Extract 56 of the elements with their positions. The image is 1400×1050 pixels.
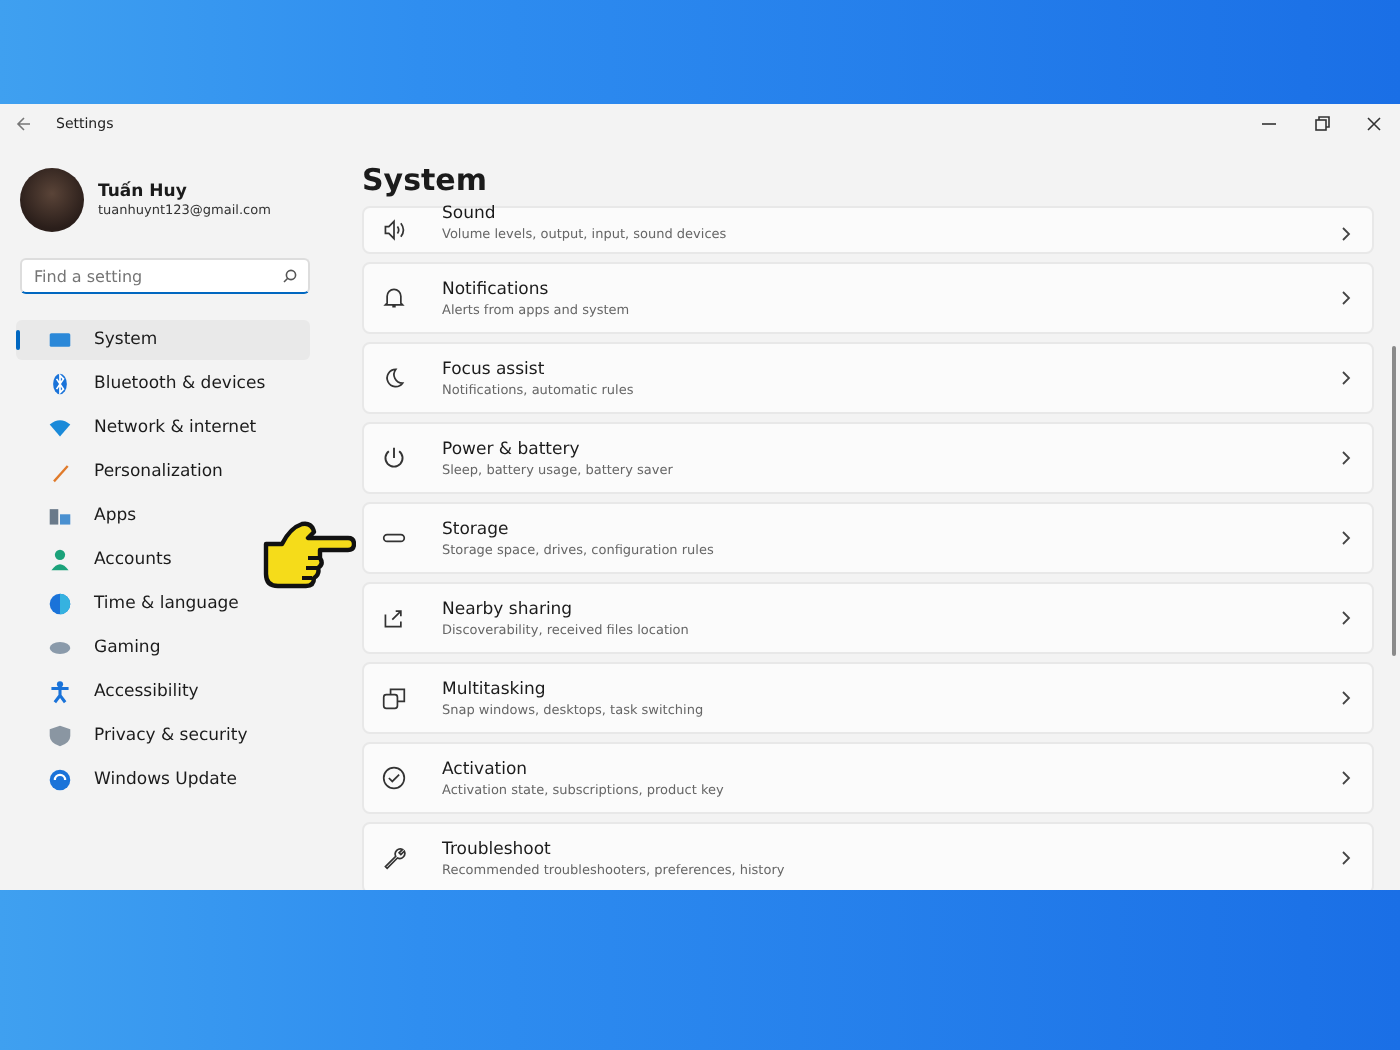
- wifi-icon: [48, 416, 72, 440]
- chevron-right-icon: [1340, 610, 1352, 626]
- refresh-icon: [48, 768, 72, 792]
- bell-icon: [382, 286, 406, 310]
- nav-item[interactable]: Bluetooth & devices: [16, 364, 286, 404]
- card-title: Activation: [442, 759, 530, 779]
- shield-icon: [48, 724, 72, 748]
- person-icon: [48, 548, 72, 572]
- card-title: Troubleshoot: [442, 839, 553, 859]
- nav-item[interactable]: Gaming: [16, 628, 181, 668]
- chevron-right-icon: [1340, 850, 1352, 866]
- nav-item[interactable]: System: [16, 320, 310, 360]
- search-icon: [282, 268, 298, 284]
- scrollbar[interactable]: [1392, 346, 1396, 656]
- page-title: System: [362, 162, 489, 198]
- nav-item[interactable]: Personalization: [16, 452, 243, 492]
- windows-stack-icon: [382, 686, 406, 710]
- chevron-right-icon: [1340, 450, 1352, 466]
- chevron-right-icon: [1340, 770, 1352, 786]
- nav-item[interactable]: Privacy & security: [16, 716, 268, 756]
- speaker-icon: [382, 218, 406, 242]
- power-icon: [382, 446, 406, 470]
- card-title: Storage: [442, 519, 511, 539]
- chevron-right-icon: [1340, 290, 1352, 306]
- back-arrow-icon[interactable]: [16, 116, 32, 132]
- chevron-right-icon: [1340, 370, 1352, 386]
- card-title: Focus assist: [442, 359, 547, 379]
- chevron-right-icon: [1340, 530, 1352, 546]
- card-title: Sound: [442, 204, 498, 224]
- moon-icon: [382, 366, 406, 390]
- selection-indicator: [16, 330, 20, 350]
- bluetooth-icon: [48, 372, 72, 396]
- accessibility-icon: [48, 680, 72, 704]
- brush-icon: [48, 460, 72, 484]
- monitor-icon: [48, 328, 72, 352]
- nav-item[interactable]: Accessibility: [16, 672, 219, 712]
- globe-icon: [48, 592, 72, 616]
- nav-item[interactable]: Windows Update: [16, 760, 257, 800]
- card-title: Nearby sharing: [442, 599, 575, 619]
- card-title: Multitasking: [442, 679, 548, 699]
- chevron-right-icon: [1340, 226, 1352, 242]
- search-field[interactable]: Find a setting: [20, 258, 310, 294]
- pointing-hand-icon: [260, 520, 356, 592]
- wrench-icon: [382, 846, 406, 870]
- avatar-photo: [20, 167, 84, 231]
- card-title: Power & battery: [442, 439, 582, 459]
- check-circle-icon: [382, 766, 406, 790]
- apps-icon: [48, 504, 72, 528]
- chevron-right-icon: [1340, 690, 1352, 706]
- card-title: Notifications: [442, 279, 551, 299]
- nav-item[interactable]: Network & internet: [16, 408, 277, 448]
- nav-item[interactable]: Accounts: [16, 540, 192, 580]
- share-icon: [382, 606, 406, 630]
- nav-item[interactable]: Time & language: [16, 584, 259, 624]
- user-name: Tuấn Huy: [98, 181, 189, 201]
- nav-item[interactable]: Apps: [16, 496, 157, 536]
